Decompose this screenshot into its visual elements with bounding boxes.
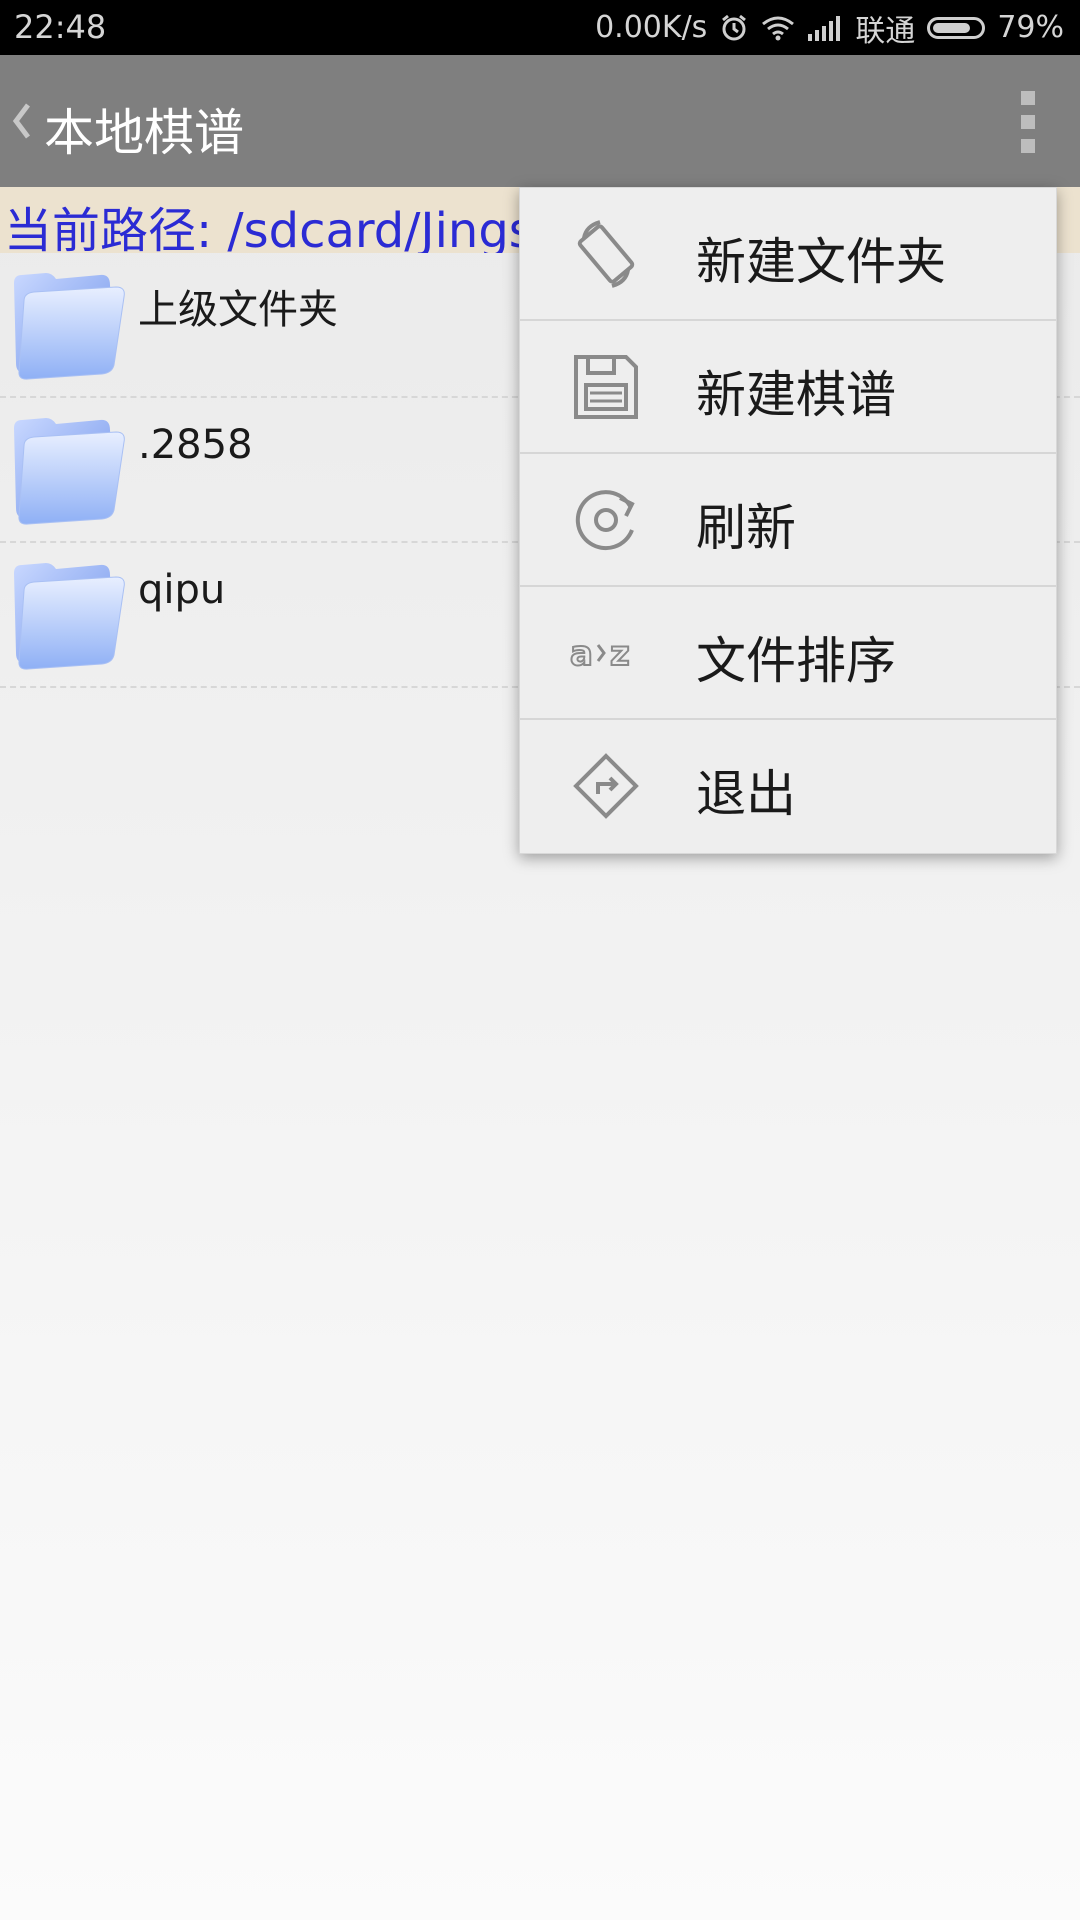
menu-item-exit[interactable]: 退出 [520, 720, 1056, 853]
page-title: 本地棋谱 [44, 104, 244, 162]
menu-item-new-record[interactable]: 新建棋谱 [520, 321, 1056, 454]
menu-item-label: 文件排序 [696, 632, 896, 690]
status-time: 22:48 [14, 8, 107, 46]
overflow-dot [1021, 139, 1035, 153]
file-name: 上级文件夹 [138, 287, 338, 333]
folder-icon [6, 551, 130, 675]
svg-text:a: a [570, 634, 593, 674]
save-disk-icon [570, 351, 642, 423]
menu-item-label: 新建文件夹 [696, 233, 946, 291]
alarm-icon [719, 13, 749, 43]
exit-diamond-icon [570, 750, 642, 822]
wifi-icon [761, 14, 795, 42]
signal-icon [807, 14, 843, 42]
battery-icon [927, 16, 986, 39]
menu-item-label: 退出 [696, 765, 796, 823]
file-name: .2858 [138, 422, 253, 468]
file-name: qipu [138, 567, 226, 613]
action-bar: 本地棋谱 [0, 55, 1080, 187]
status-bar: 22:48 0.00K/s 联通 79% [0, 0, 1080, 55]
battery-percent: 79% [997, 10, 1064, 45]
current-path-text: 当前路径: /sdcard/Jings [4, 203, 534, 253]
menu-item-label: 刷新 [696, 499, 796, 557]
menu-item-sort-files[interactable]: a z 文件排序 [520, 587, 1056, 720]
refresh-icon [570, 484, 642, 556]
menu-item-new-folder[interactable]: 新建文件夹 [520, 188, 1056, 321]
folder-icon [6, 261, 130, 385]
overflow-dot [1021, 115, 1035, 129]
menu-item-refresh[interactable]: 刷新 [520, 454, 1056, 587]
network-speed: 0.00K/s [595, 10, 708, 45]
carrier-label: 联通 [855, 13, 916, 49]
back-chevron-icon[interactable] [8, 97, 36, 145]
folder-icon [6, 406, 130, 530]
status-right-group: 0.00K/s 联通 79% [595, 0, 1064, 55]
sort-az-icon: a z [569, 617, 642, 689]
overflow-dot [1021, 91, 1035, 105]
menu-item-label: 新建棋谱 [696, 366, 896, 424]
overflow-menu-icon[interactable] [1016, 91, 1040, 153]
rotate-screen-icon [570, 218, 642, 290]
battery-level-fill [933, 22, 970, 33]
svg-text:z: z [610, 634, 630, 674]
overflow-popup-menu: 新建文件夹 新建棋谱 刷新 a z 文件排序 退出 [519, 187, 1057, 854]
